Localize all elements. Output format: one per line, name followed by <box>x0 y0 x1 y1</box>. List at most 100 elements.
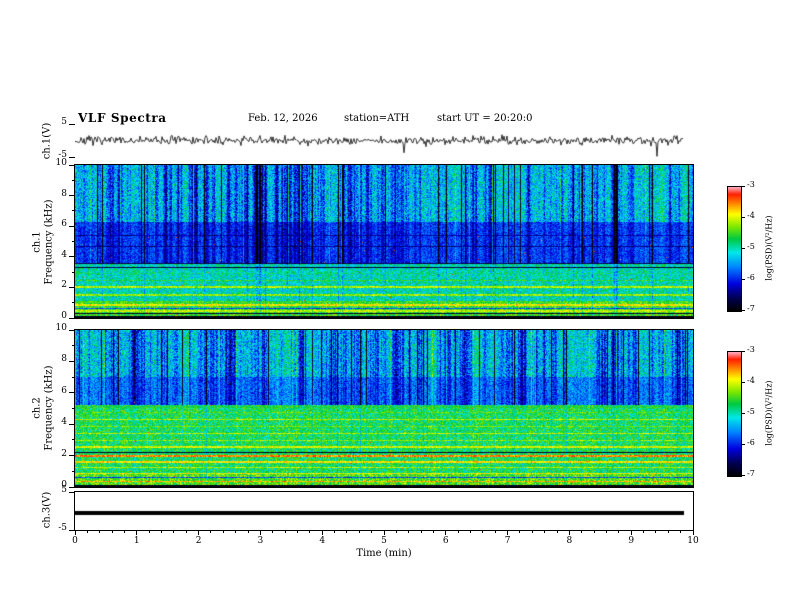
x-tick-label: 0 <box>72 536 78 546</box>
chart-date: Feb. 12, 2026 <box>248 113 318 124</box>
y-tick-minor <box>72 376 75 378</box>
x-tick <box>259 531 261 535</box>
x-tick-minor <box>284 531 286 533</box>
y-tick <box>69 392 75 394</box>
ch1-spectrogram-canvas <box>75 165 693 318</box>
x-tick-minor <box>99 531 101 533</box>
x-tick-minor <box>371 531 373 533</box>
y-tick-minor <box>72 210 75 212</box>
y-tick-minor <box>72 241 75 242</box>
y-tick-label: 2 <box>61 280 67 291</box>
chart-title: VLF Spectra <box>78 111 167 125</box>
x-tick-minor <box>86 531 88 533</box>
x-tick-label: 5 <box>381 536 387 546</box>
y-tick <box>69 123 75 125</box>
colorbar-tick <box>742 216 745 218</box>
x-tick-label: 10 <box>687 536 699 546</box>
x-tick <box>507 531 509 535</box>
x-tick-label: 7 <box>504 536 511 546</box>
ch1-frequency-axis-label: Frequency (kHz) <box>43 199 55 285</box>
ch3-waveform-canvas <box>75 492 693 530</box>
x-tick-minor <box>581 531 583 533</box>
y-tick <box>69 195 75 197</box>
colorbar-tick-label: -6 <box>747 438 755 447</box>
colorbar-tick-label: -3 <box>747 180 755 189</box>
x-tick-label: 1 <box>133 536 140 546</box>
colorbar-tick <box>742 443 745 445</box>
x-tick-minor <box>618 531 620 533</box>
colorbar-tick <box>742 247 745 249</box>
colorbar-tick-label: -4 <box>747 211 755 220</box>
x-tick <box>198 531 200 535</box>
y-tick <box>69 256 75 258</box>
y-tick <box>69 164 75 166</box>
y-tick-minor <box>72 408 75 409</box>
colorbar-tick <box>742 185 745 187</box>
x-tick-minor <box>148 531 150 533</box>
colorbar-tick <box>742 278 745 280</box>
x-tick-minor <box>309 531 311 533</box>
x-tick-minor <box>655 531 657 533</box>
y-tick-label: 10 <box>55 323 67 333</box>
x-tick <box>445 531 447 535</box>
colorbar-tick <box>742 381 745 383</box>
y-tick-label: 4 <box>61 417 67 428</box>
x-tick-minor <box>680 531 682 533</box>
x-tick-minor <box>395 531 397 533</box>
x-tick <box>383 531 385 535</box>
x-tick-minor <box>593 531 595 533</box>
y-tick-minor <box>72 302 75 304</box>
x-tick <box>568 531 570 535</box>
x-tick-label: 9 <box>628 536 635 546</box>
colorbar-tick-label: -6 <box>747 273 755 282</box>
y-tick-label: 10 <box>55 158 67 168</box>
colorbar-tick-label: -3 <box>747 345 755 354</box>
x-tick-minor <box>667 531 669 533</box>
x-tick-minor <box>494 531 496 533</box>
y-tick <box>69 491 75 493</box>
colorbar-tick <box>742 309 745 311</box>
x-tick-minor <box>111 531 113 533</box>
ch1-spectrogram-panel <box>74 164 694 319</box>
colorbar-tick-label: -4 <box>747 376 755 385</box>
chart-station: station=ATH <box>344 113 410 124</box>
ch3-voltage-axis-label: ch.3(V) <box>41 491 53 529</box>
ch1-waveform-canvas <box>75 124 693 157</box>
x-tick-minor <box>457 531 459 533</box>
x-tick-minor <box>247 531 249 533</box>
x-tick <box>630 531 632 535</box>
x-tick <box>321 531 323 535</box>
x-tick <box>692 531 694 535</box>
ch2-frequency-axis-label: Frequency (kHz) <box>43 365 55 451</box>
x-tick-minor <box>470 531 472 533</box>
ch2-spectrogram-panel <box>74 329 694 488</box>
y-tick-label: 5 <box>61 485 67 495</box>
chart-start-ut: start UT = 20:20:0 <box>437 113 533 124</box>
y-tick-minor <box>72 439 75 441</box>
y-tick <box>69 225 75 227</box>
y-tick-label: 5 <box>61 117 67 127</box>
x-tick-minor <box>544 531 546 533</box>
y-tick-minor <box>72 271 75 273</box>
x-tick-minor <box>605 531 607 533</box>
y-tick <box>69 423 75 425</box>
colorbar-tick-label: -7 <box>747 469 755 478</box>
y-tick <box>69 317 75 319</box>
y-tick-label: 0 <box>61 311 67 321</box>
x-tick-minor <box>173 531 175 533</box>
y-tick <box>69 286 75 288</box>
x-tick-minor <box>408 531 410 533</box>
x-tick-minor <box>222 531 224 533</box>
x-tick-minor <box>235 531 237 533</box>
x-tick-minor <box>643 531 645 533</box>
x-tick-minor <box>519 531 521 533</box>
x-tick-minor <box>531 531 533 533</box>
vlf-spectra-figure: VLF Spectra Feb. 12, 2026 station=ATH st… <box>0 0 792 612</box>
x-tick <box>136 531 138 535</box>
y-tick-label: 2 <box>61 448 67 459</box>
ch2-spectrogram-canvas <box>75 330 693 487</box>
x-axis-label: Time (min) <box>356 548 412 559</box>
y-tick <box>69 156 75 158</box>
y-tick-label: 6 <box>61 385 67 396</box>
x-tick-minor <box>420 531 422 533</box>
